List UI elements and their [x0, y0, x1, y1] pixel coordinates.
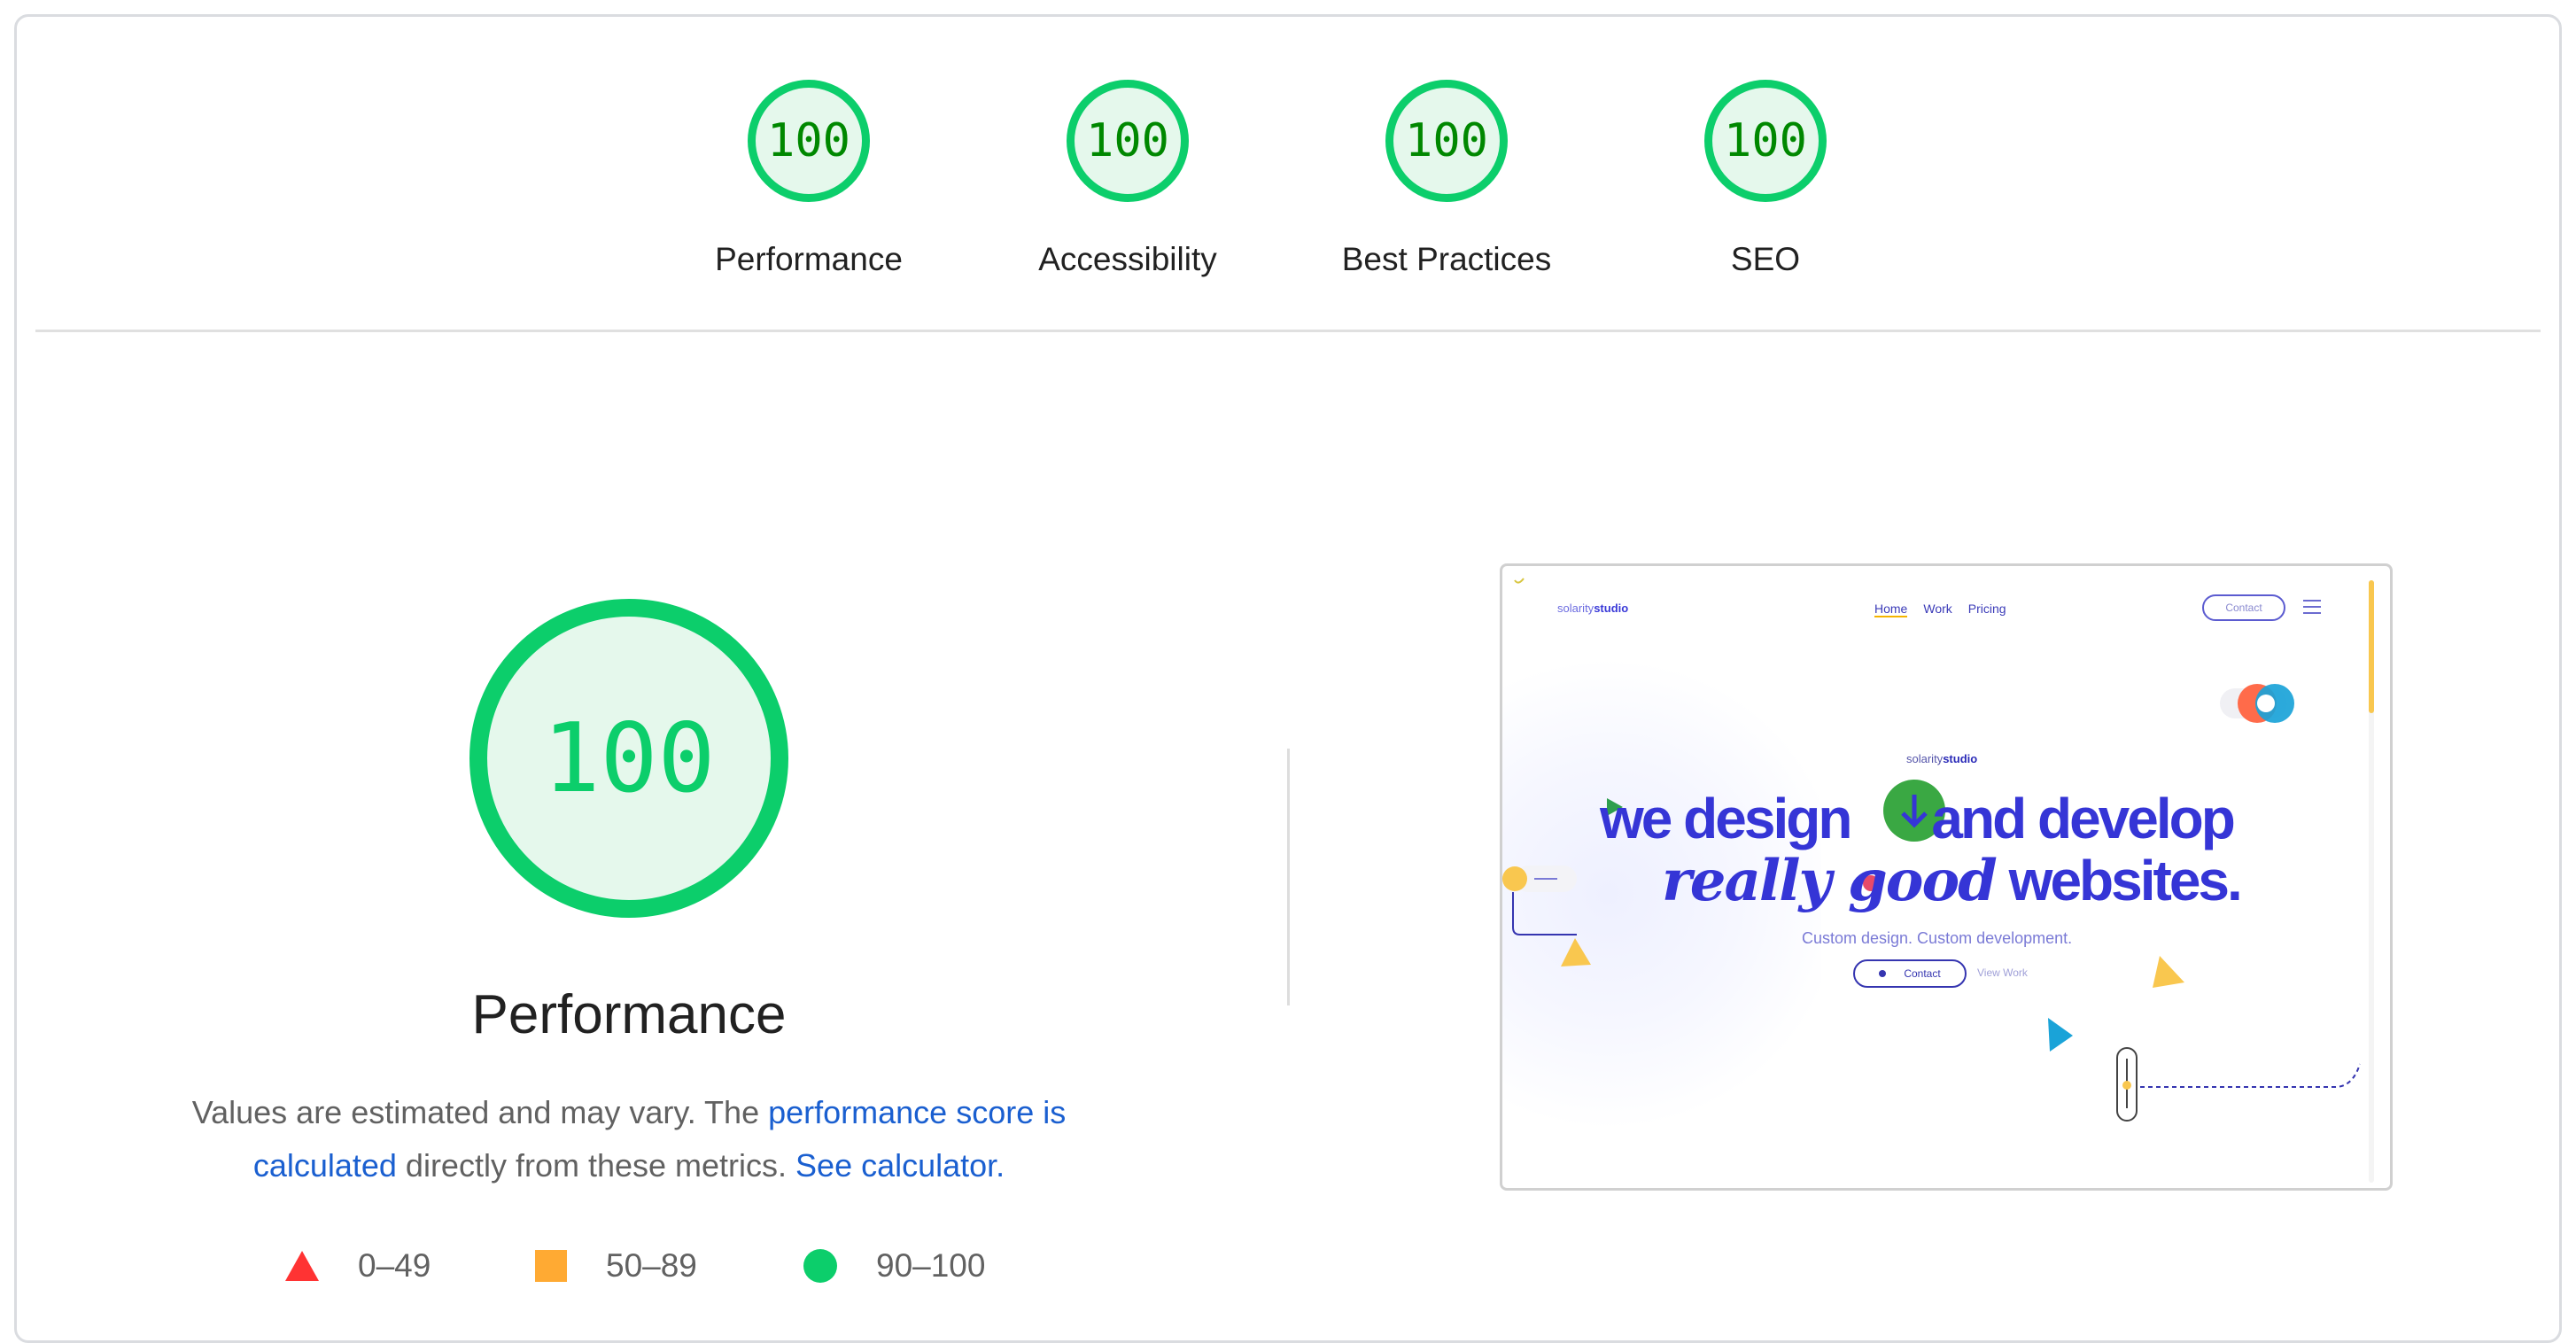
- site-contact-button: Contact: [2202, 594, 2285, 621]
- nav-pricing: Pricing: [1967, 602, 2006, 616]
- performance-main-score: 100: [542, 703, 716, 814]
- hero-logo: solaritystudio: [1906, 752, 1978, 765]
- gauge-label-performance[interactable]: Performance: [667, 241, 950, 278]
- section-divider: [1287, 749, 1290, 1005]
- gauge-label-best-practices[interactable]: Best Practices: [1305, 241, 1588, 278]
- legend-fail-label: 0–49: [358, 1247, 431, 1284]
- gauge-seo[interactable]: 100: [1704, 80, 1827, 202]
- performance-title: Performance: [471, 984, 787, 1045]
- legend-pass: 90–100: [803, 1244, 985, 1288]
- circle-icon: [803, 1249, 837, 1283]
- final-screenshot[interactable]: solaritystudio Home Work Pricing Contact…: [1500, 563, 2393, 1191]
- gauge-label-seo[interactable]: SEO: [1624, 241, 1907, 278]
- gauge-score: 100: [1405, 114, 1488, 167]
- hamburger-icon: [2303, 600, 2321, 618]
- performance-main-gauge: 100: [469, 599, 788, 918]
- desc-text: Values are estimated and may vary. The: [191, 1094, 769, 1130]
- legend-average: 50–89: [535, 1244, 697, 1288]
- legend-fail: 0–49: [285, 1244, 431, 1288]
- nav-work: Work: [1923, 602, 1952, 616]
- desc-text: directly from these metrics.: [396, 1147, 796, 1184]
- site-scrollbar: [2369, 580, 2374, 1183]
- site-nav: Home Work Pricing: [1874, 602, 2006, 617]
- hero-contact-button: Contact: [1853, 959, 1967, 988]
- triangle-icon: [285, 1251, 319, 1281]
- hero-line-2: really good websites.: [1662, 848, 2243, 914]
- hero-line-1: we design and develop: [1600, 787, 2236, 850]
- gauge-score: 100: [1724, 114, 1807, 167]
- legend-average-label: 50–89: [606, 1247, 697, 1284]
- gauge-performance[interactable]: 100: [748, 80, 870, 202]
- gauge-score: 100: [1086, 114, 1169, 167]
- see-calculator-link[interactable]: See calculator.: [795, 1147, 1005, 1184]
- nav-home: Home: [1874, 602, 1908, 617]
- legend-pass-label: 90–100: [876, 1247, 986, 1284]
- hero-tagline: Custom design. Custom development.: [1802, 929, 2073, 947]
- hero-view-work-link: View Work: [1977, 966, 2028, 979]
- performance-description: Values are estimated and may vary. The p…: [142, 1086, 1116, 1192]
- gauge-accessibility[interactable]: 100: [1067, 80, 1189, 202]
- gauge-score: 100: [767, 114, 850, 167]
- gauge-best-practices[interactable]: 100: [1385, 80, 1508, 202]
- header-divider: [35, 330, 2541, 332]
- site-logo: solaritystudio: [1557, 602, 1629, 615]
- square-icon: [535, 1250, 567, 1282]
- gauge-label-accessibility[interactable]: Accessibility: [986, 241, 1269, 278]
